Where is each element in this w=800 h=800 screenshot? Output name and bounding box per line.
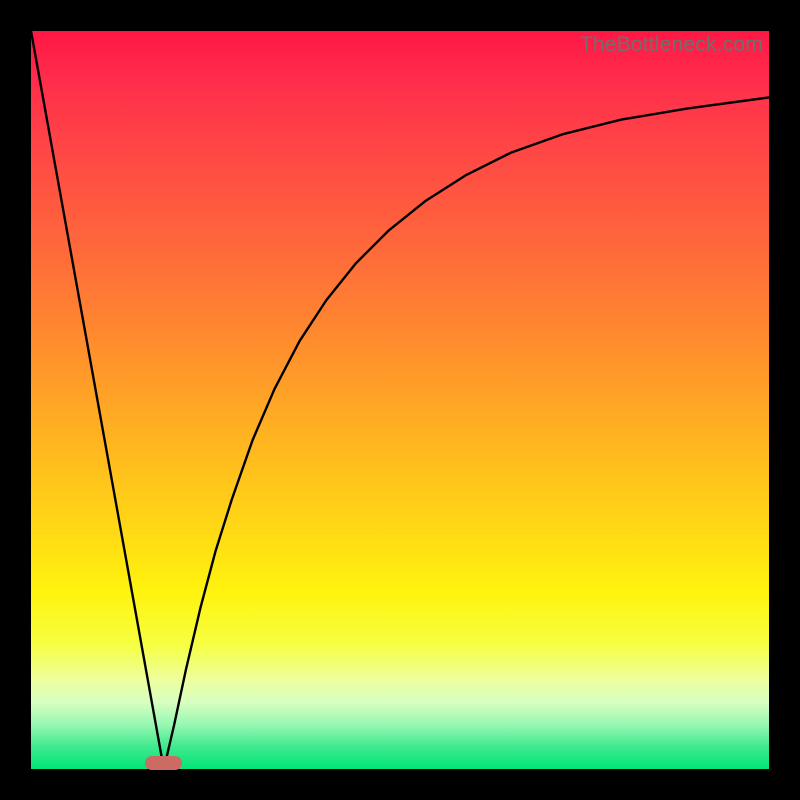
- chart-frame: TheBottleneck.com: [0, 0, 800, 800]
- plot-area: TheBottleneck.com: [31, 31, 769, 769]
- curve-path: [31, 31, 769, 769]
- minimum-marker: [145, 756, 183, 770]
- chart-curves: [31, 31, 769, 769]
